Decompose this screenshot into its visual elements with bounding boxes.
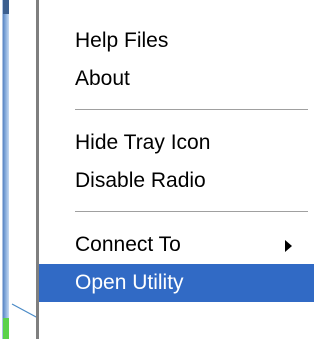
menu-body: Help Files About Hide Tray Icon Disable … — [39, 0, 314, 339]
menu-item-label: Help Files — [75, 29, 169, 52]
menu-item-hide-tray-icon[interactable]: Hide Tray Icon — [39, 124, 314, 162]
menu-item-help-files[interactable]: Help Files — [39, 22, 314, 60]
screen: Help Files About Hide Tray Icon Disable … — [0, 0, 314, 339]
menu-separator — [39, 98, 314, 124]
tray-icon-edge[interactable] — [3, 318, 9, 339]
menu-separator — [39, 200, 314, 226]
menu-item-label: About — [75, 67, 130, 90]
taskbar-edge — [0, 0, 9, 339]
menu-item-label: Disable Radio — [75, 169, 206, 192]
taskbar-edge-top — [3, 0, 9, 14]
menu-item-open-utility[interactable]: Open Utility — [39, 264, 314, 302]
menu-item-label: Hide Tray Icon — [75, 131, 211, 154]
menu-item-label: Open Utility — [75, 271, 184, 294]
menu-item-label: Connect To — [75, 233, 181, 256]
tray-context-menu: Help Files About Hide Tray Icon Disable … — [36, 0, 314, 339]
chevron-right-icon — [285, 240, 292, 252]
menu-item-connect-to[interactable]: Connect To — [39, 226, 314, 264]
menu-item-disable-radio[interactable]: Disable Radio — [39, 162, 314, 200]
menu-item-about[interactable]: About — [39, 60, 314, 98]
